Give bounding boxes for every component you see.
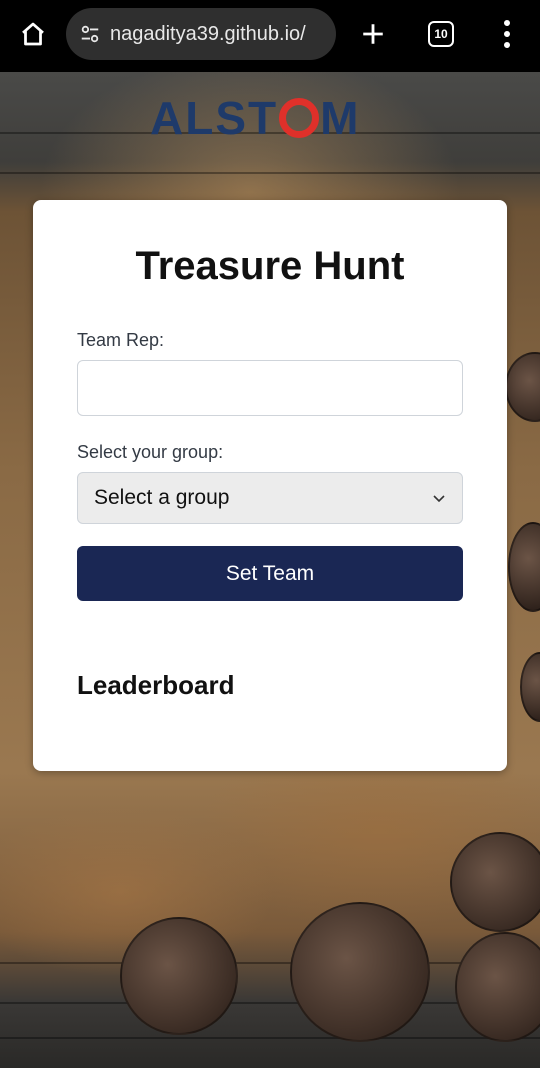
new-tab-button[interactable] [356, 17, 390, 51]
page-title: Treasure Hunt [135, 244, 405, 288]
logo-swirl [279, 98, 320, 138]
home-button[interactable] [16, 17, 50, 51]
browser-toolbar: nagaditya39.github.io/ 10 [0, 0, 540, 72]
team-form-card: Treasure Hunt Team Rep: Select your grou… [33, 200, 507, 771]
site-settings-icon[interactable] [76, 20, 104, 48]
page-background: ALST M Treasure Hunt Team Rep: Select you… [0, 72, 540, 1068]
address-bar[interactable]: nagaditya39.github.io/ [66, 8, 336, 60]
alstom-logo: ALST M [150, 92, 361, 144]
group-select-value: Select a group [94, 486, 230, 509]
leaderboard-title: Leaderboard [77, 670, 235, 700]
group-select[interactable]: Select a group [77, 472, 463, 524]
plus-icon [363, 24, 383, 44]
home-icon [22, 22, 44, 46]
team-rep-input[interactable] [77, 360, 463, 416]
set-team-button[interactable]: Set Team [77, 546, 463, 601]
team-rep-label: Team Rep: [77, 330, 165, 350]
url-text: nagaditya39.github.io/ [110, 22, 306, 45]
tab-switcher-button[interactable]: 10 [424, 17, 458, 51]
tab-count: 10 [434, 27, 448, 41]
chevron-down-icon [432, 491, 446, 505]
group-label: Select your group: [77, 442, 224, 462]
tabs-icon: 10 [428, 21, 454, 47]
more-vert-icon[interactable] [492, 17, 522, 51]
